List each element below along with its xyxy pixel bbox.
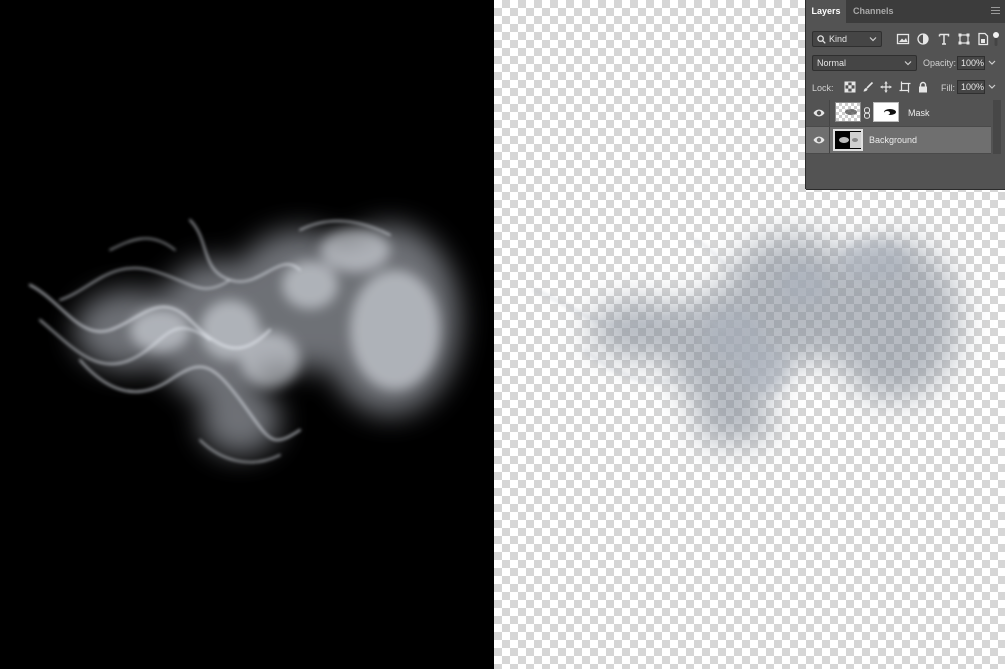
layer-list-scrollbar[interactable] [993,100,1001,154]
blend-mode-select[interactable]: Normal [812,55,917,71]
chevron-down-icon [869,37,877,42]
layer-row-mask[interactable]: Mask [806,100,991,127]
smoke-image-black-background [28,219,460,463]
layer-thumbnail [835,102,861,122]
panel-tab-bar: Layers Channels [806,0,1005,23]
opacity-dropdown-chevron-icon[interactable] [987,56,997,70]
shape-layer-filter-icon[interactable] [957,32,971,46]
blend-opacity-row: Normal Opacity: 100% [812,55,999,71]
lock-all-icon[interactable] [917,81,929,93]
layer-mask-thumbnail[interactable] [873,102,899,122]
lock-image-pixels-icon[interactable] [862,81,874,93]
lock-label: Lock: [812,83,834,93]
lock-position-icon[interactable] [880,81,892,93]
visibility-toggle[interactable] [806,127,830,153]
fill-input[interactable]: 100% [957,80,985,94]
search-icon [817,35,826,44]
lock-artboard-icon[interactable] [899,81,911,93]
tab-channels[interactable]: Channels [853,0,894,23]
pixel-layer-filter-icon[interactable] [896,32,910,46]
layer-list: Mask Background [806,100,991,154]
opacity-label: Opacity: [923,58,957,68]
smart-object-filter-icon[interactable] [976,32,990,46]
lock-transparent-pixels-icon[interactable] [844,81,856,93]
lock-fill-row: Lock: Fill: 100% [812,80,999,96]
layer-name: Background [869,135,918,145]
panel-menu-icon[interactable] [991,7,1000,15]
opacity-input[interactable]: 100% [957,56,985,70]
blend-mode-value: Normal [817,58,847,68]
layer-name: Mask [908,108,930,118]
tab-layers[interactable]: Layers [806,0,846,23]
eye-icon [813,136,825,144]
original-smoke-canvas [0,0,494,669]
fill-label: Fill: [941,83,955,93]
layer-row-background[interactable]: Background [806,127,991,154]
type-layer-filter-icon[interactable] [937,32,951,46]
layers-panel: Layers Channels Kind Normal Opacity: 100… [806,0,1005,189]
adjustment-layer-filter-icon[interactable] [916,32,930,46]
layer-filter-row: Kind [812,31,999,49]
filter-kind-label: Kind [829,34,848,44]
chain-link-icon[interactable] [863,107,871,119]
visibility-toggle[interactable] [806,100,830,126]
layer-thumbnail [833,129,863,151]
chevron-down-icon [904,61,912,66]
filter-toggle-switch[interactable] [993,31,999,47]
eye-icon [813,109,825,117]
filter-kind-select[interactable]: Kind [812,31,882,47]
fill-dropdown-chevron-icon[interactable] [987,80,997,94]
